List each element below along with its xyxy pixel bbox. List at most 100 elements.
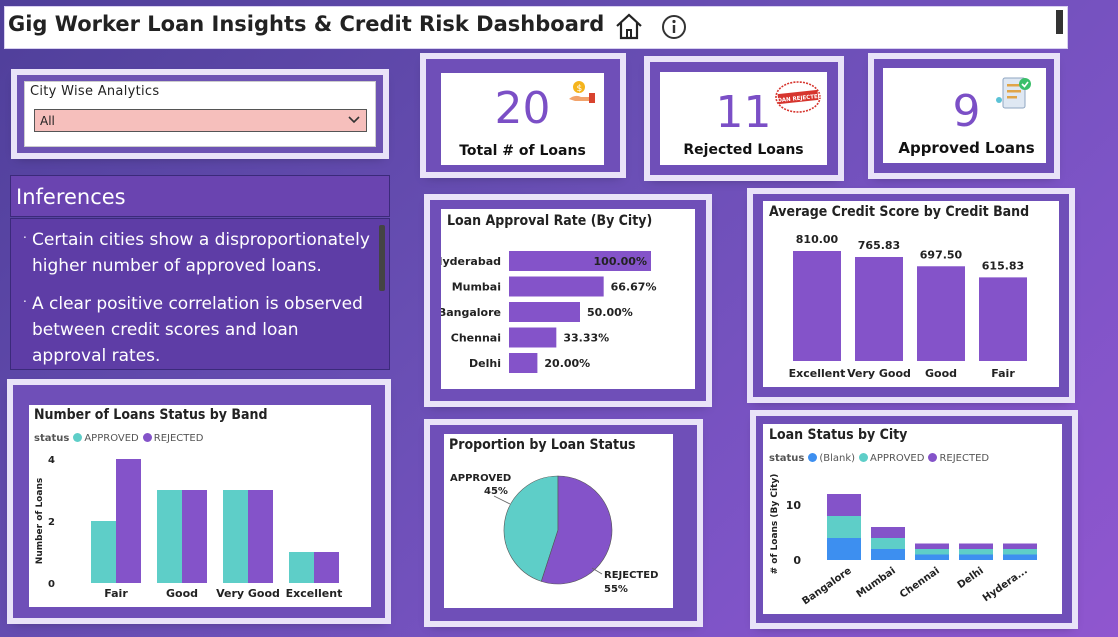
bar-rejected <box>314 552 339 583</box>
kpi-rejected-card: 11 Rejected Loans LOAN REJECTED <box>660 72 827 165</box>
category-label: Chennai <box>451 332 501 345</box>
slice-value: 45% <box>484 486 508 497</box>
bar <box>979 277 1027 361</box>
y-tick-label: 0 <box>793 554 801 567</box>
chart-svg: 0 10 # of Loans (By City) Bangalore Mumbai Ch… <box>770 474 1037 607</box>
scrollbar-thumb[interactable] <box>1056 10 1063 34</box>
kpi-approved-card: 9 Approved Loans <box>883 68 1046 163</box>
bar-rejected <box>248 490 273 583</box>
bar <box>509 302 580 322</box>
bar-approved <box>223 490 248 583</box>
category-label: Hydera... <box>981 565 1030 604</box>
city-status-card: Loan Status by City status (Blank) APPROVE… <box>763 424 1062 614</box>
category-label: Fair <box>104 587 128 600</box>
stack-segment <box>1003 543 1037 549</box>
page-title: Gig Worker Loan Insights & Credit Risk D… <box>8 12 605 36</box>
stack-segment <box>959 543 993 549</box>
chart-svg: 810.00 Excellent 765.83 Very Good 697.50 Good… <box>789 233 1027 380</box>
data-label: 20.00% <box>544 357 590 370</box>
leader-line <box>493 495 511 505</box>
category-label: Very Good <box>847 367 911 380</box>
category-label: Bangalore <box>800 565 854 607</box>
stack-segment <box>915 554 949 560</box>
approved-document-icon <box>993 72 1037 116</box>
data-label: 765.83 <box>858 239 900 252</box>
y-tick-label: 4 <box>48 455 55 466</box>
status-by-band-card: Number of Loans Status by Band status APP… <box>29 405 371 607</box>
category-label: Good <box>166 587 198 600</box>
dropdown-value: All <box>40 114 55 128</box>
bar <box>509 276 604 297</box>
category-label: Excellent <box>789 367 846 380</box>
category-label: Delhi <box>956 565 986 591</box>
data-label: 697.50 <box>920 248 963 261</box>
bar <box>509 327 557 348</box>
home-icon[interactable] <box>613 11 645 41</box>
chart-svg: APPROVED 45% REJECTED 55% <box>450 473 658 595</box>
proportion-card: Proportion by Loan Status APPROVED 45% REJ… <box>444 434 673 608</box>
loan-rejected-stamp-icon: LOAN REJECTED <box>774 78 823 116</box>
money-hand-icon: $ <box>567 79 597 111</box>
approval-rate-card: Loan Approval Rate (By City) Hyderabad10… <box>441 209 695 389</box>
bar <box>917 266 965 361</box>
chart-svg: 0 2 4 Number of Loans Fair Good Very Good Excel… <box>35 455 342 600</box>
slice-label: APPROVED <box>450 473 511 484</box>
kpi-total-label: Total # of Loans <box>459 143 586 159</box>
chevron-down-icon <box>347 111 361 133</box>
bar-rejected <box>116 459 141 583</box>
data-label: 615.83 <box>982 259 1024 272</box>
approval-rate-chart: Hyderabad 100.00% Mumbai 66.67% Bangalore 50.… <box>441 209 695 389</box>
inferences-scrollbar[interactable] <box>379 225 385 291</box>
inferences-title: Inferences <box>16 185 126 209</box>
data-label: 100.00% <box>594 255 647 268</box>
category-label: Bangalore <box>441 306 501 319</box>
kpi-total-card: 20 Total # of Loans $ <box>441 73 604 165</box>
svg-text:$: $ <box>577 84 583 94</box>
city-status-chart: 0 10 # of Loans (By City) Bangalore Mumbai Ch… <box>763 424 1062 614</box>
bar <box>509 353 538 373</box>
stack-segment <box>1003 549 1037 555</box>
data-label: 50.00% <box>587 306 633 319</box>
bar-approved <box>91 521 116 583</box>
stack-segment <box>915 549 949 555</box>
category-label: Fair <box>991 367 1015 380</box>
bar <box>855 256 903 361</box>
status-by-band-chart: 0 2 4 Number of Loans Fair Good Very Good Excel… <box>29 405 371 607</box>
info-icon[interactable] <box>660 13 688 41</box>
y-tick-label: 0 <box>48 579 55 590</box>
inference-item: . Certain cities show a disproportionate… <box>23 227 370 276</box>
inferences-header: Inferences <box>10 175 390 217</box>
stack-segment <box>827 494 861 516</box>
chart-svg: Hyderabad 100.00% Mumbai 66.67% Bangalore 50.… <box>441 251 657 373</box>
bar-approved <box>157 490 182 583</box>
y-tick-label: 10 <box>786 499 802 512</box>
stack-segment <box>959 554 993 560</box>
stack-segment <box>827 538 861 560</box>
kpi-approved-label: Approved Loans <box>898 139 1035 157</box>
category-label: Very Good <box>216 587 280 600</box>
category-label: Mumbai <box>855 565 898 600</box>
credit-score-card: Average Credit Score by Credit Band 810.… <box>763 201 1059 387</box>
category-label: Hyderabad <box>441 255 501 268</box>
stack-segment <box>827 516 861 538</box>
y-axis-label: # of Loans (By City) <box>770 474 780 575</box>
slice-label: REJECTED <box>604 570 658 581</box>
city-dropdown[interactable]: All <box>34 109 367 132</box>
bar-approved <box>289 552 314 583</box>
filter-label: City Wise Analytics <box>30 84 160 99</box>
slice-value: 55% <box>604 584 628 595</box>
credit-score-chart: 810.00 Excellent 765.83 Very Good 697.50 Good… <box>763 201 1059 387</box>
stack-segment <box>871 538 905 549</box>
bar <box>793 251 841 361</box>
category-label: Chennai <box>898 565 942 600</box>
kpi-rejected-label: Rejected Loans <box>683 142 804 158</box>
stack-segment <box>1003 554 1037 560</box>
data-label: 810.00 <box>796 233 839 246</box>
inference-item: . A clear positive correlation is observ… <box>23 291 363 366</box>
stack-segment <box>959 549 993 555</box>
data-label: 66.67% <box>611 281 657 294</box>
stack-segment <box>871 527 905 538</box>
category-label: Delhi <box>469 357 501 370</box>
category-label: Mumbai <box>452 281 501 294</box>
category-label: Good <box>925 367 957 380</box>
